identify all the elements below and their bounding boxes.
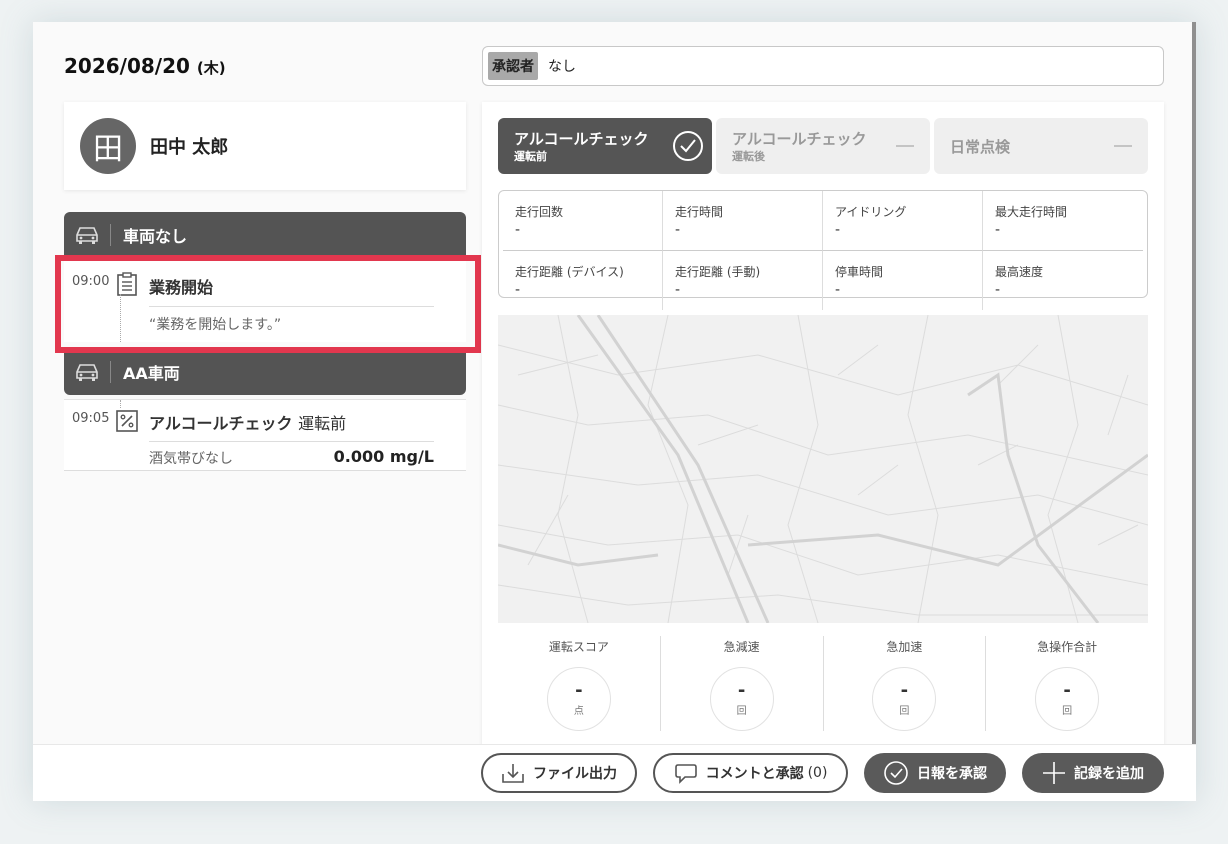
stat-idling: アイドリング - [823,191,983,251]
report-date: 2026/08/20 (木) [64,54,226,78]
check-tabs: アルコールチェック 運転前 アルコールチェック 運転後 日常点検 [498,118,1148,174]
stat-distance-device: 走行距離 (デバイス) - [503,251,663,310]
stat-max-speed: 最高速度 - [995,265,1044,298]
car-icon [76,227,98,244]
stat-drive-time: 走行時間 - [663,191,823,251]
dash-icon [1114,145,1132,147]
vehicle-label: AA車両 [123,363,180,383]
tab-daily-inspection[interactable]: 日常点検 [934,118,1148,174]
score-total-sudden: 急操作合計 -回 [986,636,1148,731]
tab-alcohol-after[interactable]: アルコールチェック 運転後 [716,118,930,174]
vehicle-header-aa[interactable]: AA車両 [64,348,466,395]
export-file-button[interactable]: ファイル出力 [481,753,637,793]
percent-icon [116,410,138,432]
score-hard-braking: 急減速 -回 [661,636,824,731]
speech-bubble-icon [674,764,697,784]
divider [110,224,111,246]
plus-icon [1043,762,1065,784]
alcohol-reading: 0.000 mg/L [333,447,434,466]
dash-icon [896,145,914,147]
scrollbar[interactable] [1192,22,1196,744]
driving-stats: 走行回数 - 走行時間 - アイドリング - 最大走行時間 - 走行距離 (デバイス) -… [498,190,1148,310]
entry-title: アルコールチェック 運転前 [149,414,347,433]
check-circle-icon [884,761,908,785]
stat-max-drive-time: 最大走行時間 - [983,191,1143,251]
detail-panel: アルコールチェック 運転前 アルコールチェック 運転後 日常点検 走行回数 - 走… [482,102,1164,752]
tab-title: アルコールチェック [514,130,649,148]
tab-alcohol-before[interactable]: アルコールチェック 運転前 [498,118,712,174]
tab-title: アルコールチェック [732,130,867,148]
score-driving: 運転スコア -点 [498,636,661,731]
entry-result: 酒気帯びなし [149,451,233,467]
map-streets [498,315,1148,623]
entry-time: 09:05 [72,411,110,426]
download-icon [502,764,524,783]
vehicle-header-none[interactable]: 車両なし [64,212,466,258]
score-hard-acceleration: 急加速 -回 [824,636,987,731]
stat-stop-time: 停車時間 - [823,251,983,310]
add-record-button[interactable]: 記録を追加 [1022,753,1164,793]
approver-value: なし [548,59,576,75]
check-circle-icon [673,131,703,161]
user-card: 田 田中 太郎 [64,102,466,190]
user-name: 田中 太郎 [150,137,229,158]
avatar: 田 [80,118,136,174]
divider [110,360,111,383]
approver-tag: 承認者 [488,52,538,80]
tab-sub: 運転後 [732,150,765,163]
entry-divider [149,441,434,442]
entry-alcohol-check[interactable]: 09:05 アルコールチェック 運転前 酒気帯びなし 0.000 mg/L [64,399,466,471]
stat-distance-manual: 走行距離 (手動) - [663,251,823,310]
footer-toolbar: ファイル出力 コメントと承認 (0) 日報を承認 記録を追加 [33,744,1196,801]
report-window: 2026/08/20 (木) 承認者 なし 田 田中 太郎 車両なし 09:00… [33,22,1196,801]
car-icon [76,363,98,381]
driving-scores: 運転スコア -点 急減速 -回 急加速 -回 急操作合計 -回 [498,636,1148,731]
tab-title: 日常点検 [950,138,1011,156]
approver-field[interactable]: 承認者 なし [482,46,1164,86]
timeline-dots [120,400,121,408]
vehicle-label: 車両なし [123,227,188,246]
route-map[interactable] [498,315,1148,623]
tab-sub: 運転前 [514,150,547,163]
selection-highlight [55,255,481,353]
comment-approve-button[interactable]: コメントと承認 (0) [653,753,848,793]
approve-report-button[interactable]: 日報を承認 [864,753,1006,793]
stat-trip-count: 走行回数 - [503,191,663,251]
